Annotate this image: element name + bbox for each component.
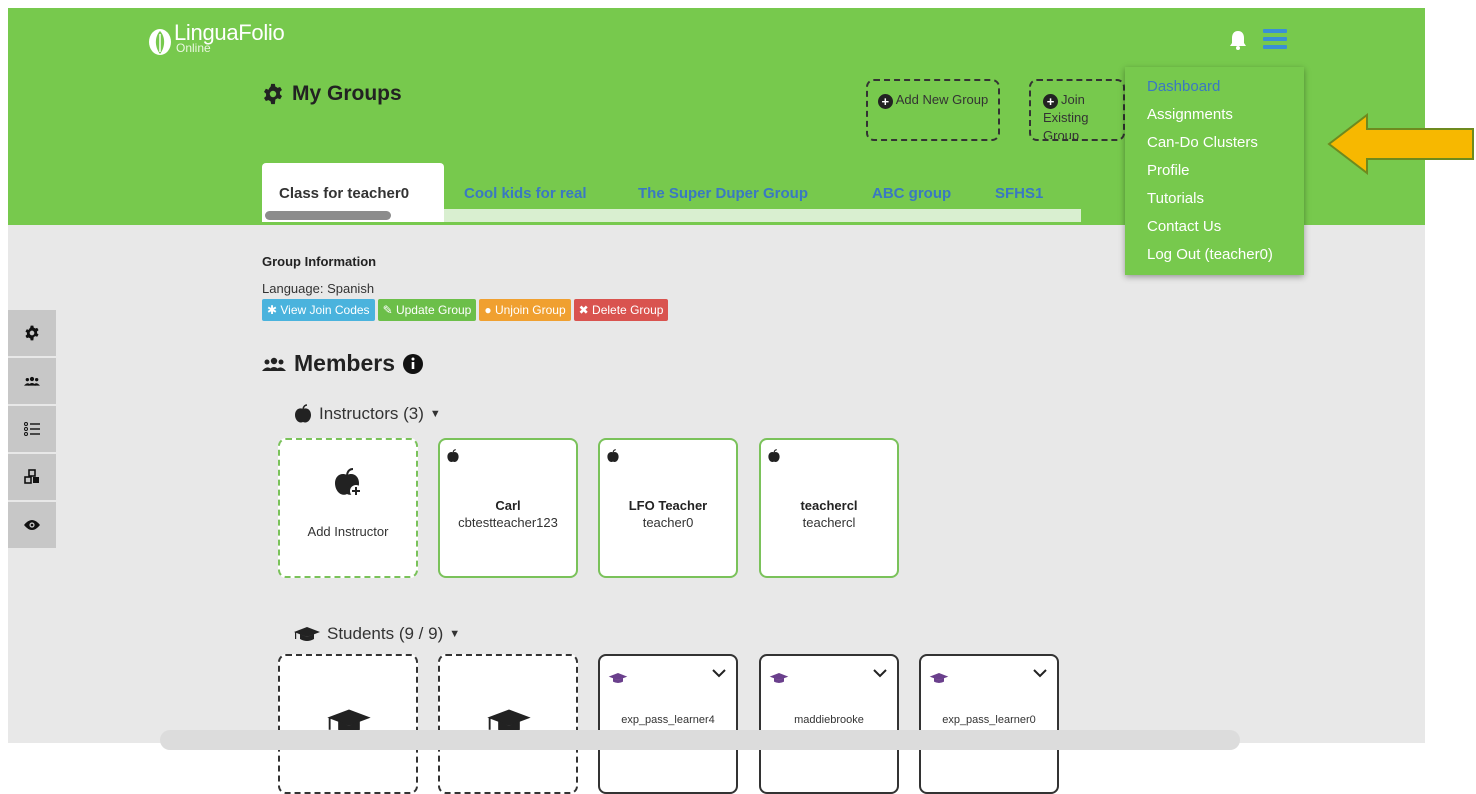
- logo-subtext: Online: [176, 41, 211, 55]
- page-title: My Groups: [262, 82, 402, 106]
- left-sidebar: [8, 310, 56, 550]
- instructor-username: teacher0: [642, 515, 694, 530]
- instructor-card[interactable]: LFO Teacher teacher0: [598, 438, 738, 578]
- sidebar-list[interactable]: [8, 406, 56, 454]
- update-group-button[interactable]: ✎ Update Group: [377, 299, 477, 321]
- tab-the-super-duper-group[interactable]: The Super Duper Group: [638, 185, 808, 202]
- menu-item-log-out[interactable]: Log Out (teacher0): [1147, 246, 1273, 263]
- menu-item-can-do-clusters[interactable]: Can-Do Clusters: [1147, 134, 1258, 151]
- gear-icon: [264, 83, 282, 105]
- bottom-scrollbar[interactable]: [160, 730, 1240, 750]
- instructor-name: Carl: [495, 498, 521, 513]
- x-icon: ✖: [578, 303, 593, 317]
- view-join-codes-label: View Join Codes: [280, 303, 370, 317]
- graduation-cap-icon: [929, 673, 949, 683]
- tab-class-for-teacher0[interactable]: Class for teacher0: [262, 163, 444, 222]
- plus-circle-icon: +: [877, 94, 893, 109]
- delete-group-label: Delete Group: [592, 303, 664, 317]
- sidebar-members[interactable]: [8, 358, 56, 406]
- add-student-card[interactable]: [278, 654, 418, 794]
- instructors-header[interactable]: Instructors (3) ▼: [293, 404, 441, 424]
- logo[interactable]: LinguaFolio Online: [148, 22, 285, 56]
- instructor-username: cbtestteacher123: [458, 515, 558, 530]
- members-heading: Members: [262, 350, 423, 377]
- cubes-icon: [24, 469, 39, 484]
- unjoin-group-button[interactable]: ● Unjoin Group: [479, 299, 571, 321]
- student-card[interactable]: exp_pass_learner4: [598, 654, 738, 794]
- plus-circle-icon: +: [1043, 94, 1058, 109]
- students-label: Students (9 / 9): [327, 624, 444, 643]
- student-username: exp_pass_learner4: [621, 714, 715, 726]
- chevron-down-icon[interactable]: [873, 668, 887, 678]
- tab-strip: [444, 209, 1081, 222]
- page-title-text: My Groups: [292, 82, 402, 105]
- sidebar-settings[interactable]: [8, 310, 56, 358]
- view-join-codes-button[interactable]: ✱ View Join Codes: [262, 299, 375, 321]
- tab-abc-group[interactable]: ABC group: [872, 185, 951, 202]
- caret-down-icon: ▼: [449, 628, 461, 640]
- student-username: maddiebrooke: [794, 714, 864, 726]
- sidebar-view[interactable]: [8, 502, 56, 550]
- delete-group-button[interactable]: ✖ Delete Group: [573, 299, 669, 321]
- graduation-cap-icon: [608, 673, 628, 683]
- nav-dropdown-menu: Dashboard Assignments Can-Do Clusters Pr…: [1125, 67, 1304, 275]
- student-username: exp_pass_learner0: [942, 714, 1036, 726]
- gear-icon: [25, 325, 39, 341]
- menu-item-contact-us[interactable]: Contact Us: [1147, 218, 1221, 235]
- eye-icon: [24, 520, 40, 530]
- leaf-logo-icon: [149, 29, 171, 55]
- asterisk-icon: ✱: [267, 303, 281, 317]
- users-icon: [262, 357, 286, 371]
- info-icon: ●: [484, 303, 495, 317]
- instructor-name: LFO Teacher: [628, 498, 708, 513]
- instructor-name: teachercl: [800, 498, 858, 513]
- group-language: Language: Spanish: [262, 281, 375, 296]
- graduation-cap-icon: [294, 627, 320, 641]
- students-header[interactable]: Students (9 / 9) ▼: [293, 624, 460, 644]
- menu-item-tutorials[interactable]: Tutorials: [1147, 190, 1204, 207]
- student-card[interactable]: exp_pass_learner0: [919, 654, 1059, 794]
- apple-icon: [607, 449, 619, 462]
- users-icon: [24, 376, 40, 386]
- caret-down-icon: ▼: [429, 408, 441, 420]
- instructor-card[interactable]: Carl cbtestteacher123: [438, 438, 578, 578]
- instructors-label: Instructors (3): [319, 404, 424, 423]
- pencil-icon: ✎: [382, 303, 396, 317]
- tab-label: Class for teacher0: [279, 185, 410, 202]
- add-new-group-label: Add New Group: [895, 92, 989, 107]
- graduation-cap-icon: [769, 673, 789, 683]
- unjoin-group-label: Unjoin Group: [494, 303, 566, 317]
- chevron-down-icon[interactable]: [712, 668, 726, 678]
- sidebar-cubes[interactable]: [8, 454, 56, 502]
- apple-icon: [768, 449, 780, 462]
- info-icon[interactable]: [402, 353, 423, 374]
- instructor-username: teachercl: [802, 515, 856, 530]
- list-icon: [24, 422, 40, 436]
- tab-scrollbar[interactable]: [265, 211, 391, 220]
- hamburger-menu-icon[interactable]: [1263, 29, 1287, 51]
- members-title: Members: [294, 350, 395, 376]
- add-new-group-button[interactable]: + Add New Group: [866, 79, 1000, 141]
- bell-icon[interactable]: [1229, 30, 1247, 50]
- callout-arrow-icon: [1327, 113, 1474, 175]
- instructor-card[interactable]: teachercl teachercl: [759, 438, 899, 578]
- chevron-down-icon[interactable]: [1033, 668, 1047, 678]
- apple-icon: [447, 449, 459, 462]
- apple-icon: [295, 404, 311, 423]
- add-instructor-card[interactable]: Add Instructor: [278, 438, 418, 578]
- group-action-buttons: ✱ View Join Codes ✎ Update Group ● Unjoi…: [262, 299, 669, 321]
- group-info-title: Group Information: [262, 254, 377, 269]
- add-student-card[interactable]: [438, 654, 578, 794]
- menu-item-profile[interactable]: Profile: [1147, 162, 1190, 179]
- add-apple-icon: [335, 468, 362, 497]
- add-instructor-label: Add Instructor: [307, 524, 389, 539]
- tab-sfhs1[interactable]: SFHS1: [995, 185, 1043, 202]
- join-existing-group-button[interactable]: + Join Existing Group: [1029, 79, 1125, 141]
- menu-item-assignments[interactable]: Assignments: [1147, 106, 1233, 123]
- student-card[interactable]: maddiebrooke: [759, 654, 899, 794]
- tab-cool-kids-for-real[interactable]: Cool kids for real: [464, 185, 587, 202]
- update-group-label: Update Group: [395, 303, 472, 317]
- menu-item-dashboard[interactable]: Dashboard: [1147, 78, 1220, 95]
